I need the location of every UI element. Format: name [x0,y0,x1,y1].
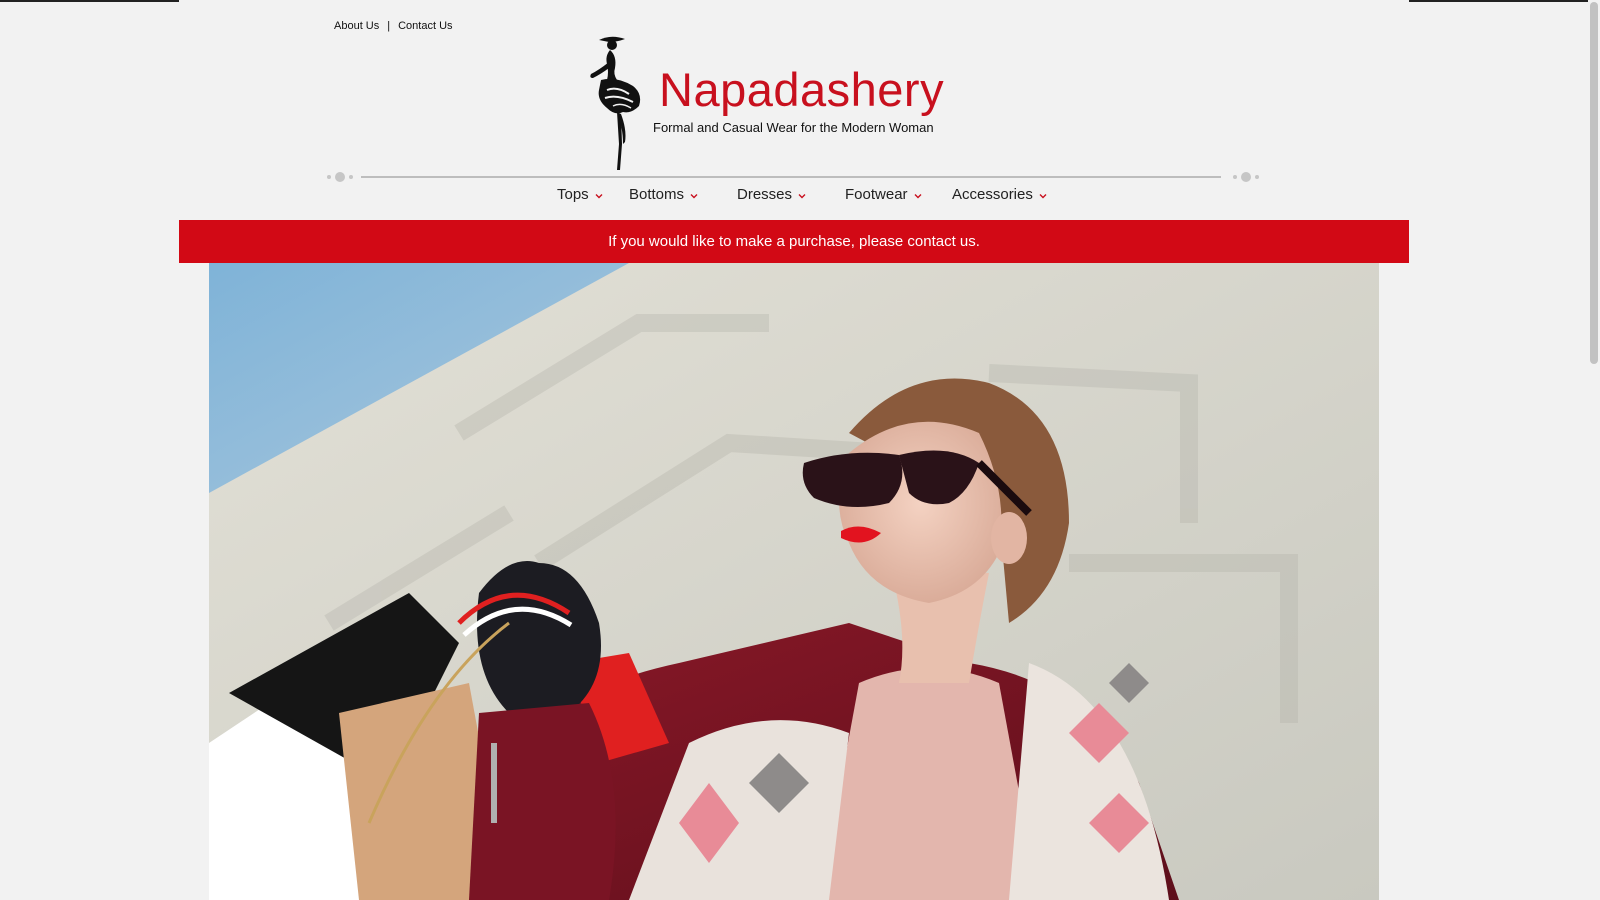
nav-item-label: Tops [557,186,589,203]
dress-figure-logo-icon [590,36,641,170]
top-edge-right [1409,0,1600,2]
divider-dot [1233,175,1237,179]
divider-dot [1241,172,1251,182]
about-us-link[interactable]: About Us [334,20,379,32]
site-header: About Us | Contact Us Napadashery Formal… [179,0,1409,220]
chevron-down-icon [798,193,806,198]
top-links: About Us | Contact Us [334,20,453,32]
nav-item-tops[interactable]: Tops [557,186,603,203]
purchase-banner: If you would like to make a purchase, pl… [179,220,1409,263]
chevron-down-icon [914,193,922,198]
nav-item-label: Bottoms [629,186,685,203]
brand-tagline: Formal and Casual Wear for the Modern Wo… [653,120,934,135]
contact-us-link[interactable]: Contact Us [398,20,452,32]
brand-name: Napadashery [659,63,945,116]
nav-item-label: Footwear [845,186,908,203]
nav-item-accessories[interactable]: Accessories [952,186,1047,203]
hero-photo [209,263,1379,900]
vertical-scrollbar[interactable] [1588,0,1600,900]
main-nav: Tops Bottoms Dresses Footwear Accessorie… [179,186,1409,210]
nav-item-footwear[interactable]: Footwear [845,186,922,203]
top-links-separator: | [387,20,391,32]
scrollbar-thumb[interactable] [1590,2,1598,364]
divider-dot [327,175,331,179]
page: About Us | Contact Us Napadashery Formal… [0,0,1600,900]
chevron-down-icon [690,193,698,198]
purchase-banner-text[interactable]: If you would like to make a purchase, pl… [608,233,980,250]
nav-item-dresses[interactable]: Dresses [737,186,806,203]
divider-dot [349,175,353,179]
chevron-down-icon [1039,193,1047,198]
chevron-down-icon [595,193,603,198]
hero-image [209,263,1379,900]
nav-item-label: Dresses [737,186,793,203]
divider-line [361,176,1221,178]
divider-dot [1255,175,1259,179]
top-edge-left [0,0,179,2]
header-divider [327,170,1259,184]
nav-item-bottoms[interactable]: Bottoms [629,186,698,203]
nav-item-label: Accessories [952,186,1033,203]
divider-dot [335,172,345,182]
logo[interactable]: Napadashery Formal and Casual Wear for t… [587,34,947,170]
